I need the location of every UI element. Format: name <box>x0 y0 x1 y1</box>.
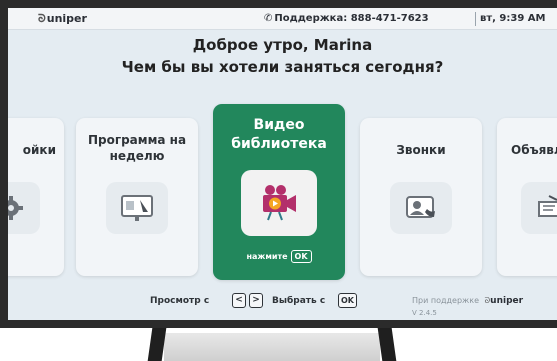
tv-screen: ᘐuniper ✆ Поддержка: 888-471-7623 вт, 9:3… <box>8 8 557 320</box>
card-settings[interactable]: ойки <box>8 118 64 276</box>
uniper-logo: ᘐuniper <box>38 12 87 26</box>
ok-key: OK <box>290 250 312 263</box>
card-icon-box <box>390 182 452 234</box>
divider <box>475 12 476 26</box>
video-call-icon <box>406 196 435 218</box>
card-title: Видео библиотека <box>231 117 327 152</box>
card-icon-box <box>521 182 557 234</box>
ok-key: OK <box>338 293 357 308</box>
card-announcements[interactable]: Объявл <box>497 118 557 276</box>
press-label: нажмите <box>246 252 288 261</box>
version-label: V 2.4.5 <box>412 309 437 317</box>
tv-stand-base <box>164 333 380 361</box>
card-calls[interactable]: Звонки <box>360 118 482 276</box>
clock: вт, 9:39 AM <box>480 13 546 24</box>
announcement-icon <box>538 195 557 217</box>
powered-brand: uniper <box>490 296 524 306</box>
card-title: ойки <box>22 143 56 157</box>
left-arrow-key: < <box>232 293 246 308</box>
card-icon-box <box>8 182 40 234</box>
card-video-library[interactable]: Видео библиотека нажмите OK <box>213 104 345 280</box>
card-icon-box <box>241 170 317 236</box>
card-title: Объявл <box>511 143 557 157</box>
press-ok-hint: нажмите OK <box>213 250 345 263</box>
video-camera-icon <box>263 185 296 221</box>
tv-frame: ᘐuniper ✆ Поддержка: 888-471-7623 вт, 9:3… <box>0 0 557 328</box>
card-title: Звонки <box>396 143 446 157</box>
card-icon-box <box>106 182 168 234</box>
presentation-icon <box>121 195 153 221</box>
card-title: Программа на неделю <box>87 133 187 163</box>
top-bar: ᘐuniper ✆ Поддержка: 888-471-7623 вт, 9:3… <box>8 8 557 30</box>
support-text: Поддержка: 888-471-7623 <box>274 13 429 24</box>
card-weekly-program[interactable]: Программа на неделю <box>76 118 198 276</box>
support-info: ✆ Поддержка: 888-471-7623 <box>264 13 429 24</box>
tv-stand-right-leg <box>377 328 397 361</box>
browse-hint: Просмотр с <box>150 296 210 306</box>
right-arrow-key: > <box>249 293 263 308</box>
greeting-line-2: Чем бы вы хотели заняться сегодня? <box>121 58 444 76</box>
uniper-logo-icon: ᘐ <box>38 12 46 25</box>
gear-icon <box>8 196 23 220</box>
select-hint: Выбрать с <box>272 296 326 306</box>
greeting: Доброе утро, Marina Чем бы вы хотели зан… <box>8 34 557 78</box>
powered-label: При поддержке <box>412 296 479 305</box>
logo-text: uniper <box>46 12 87 25</box>
powered-by: При поддержке ᘐuniper <box>412 296 523 306</box>
phone-icon: ✆ <box>264 13 273 24</box>
greeting-line-1: Доброе утро, Marina <box>192 36 373 54</box>
